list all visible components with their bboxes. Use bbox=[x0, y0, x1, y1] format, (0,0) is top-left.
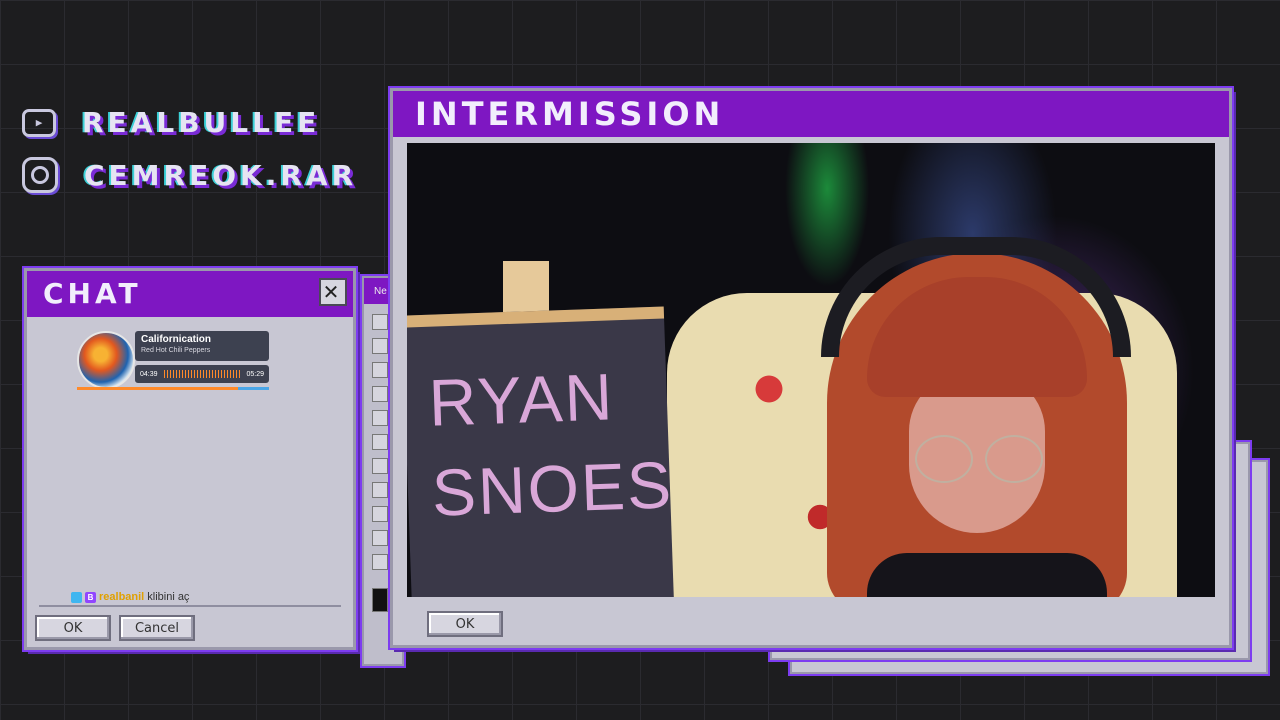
divider bbox=[39, 605, 341, 607]
window-title: INTERMISSION bbox=[415, 95, 725, 133]
chat-message: B realbanil klibini aç bbox=[71, 591, 189, 603]
pen-tool-icon[interactable] bbox=[372, 506, 388, 522]
chat-cancel-button[interactable]: Cancel bbox=[119, 615, 195, 641]
shirt bbox=[867, 553, 1107, 597]
player-bar: 04:39 05:29 bbox=[135, 365, 269, 383]
progress-bar bbox=[77, 387, 269, 390]
board-text-line2: SNOES bbox=[430, 447, 675, 530]
eraser-tool-icon[interactable] bbox=[372, 434, 388, 450]
artist-name: Red Hot Chili Peppers bbox=[141, 347, 211, 354]
youtube-social: ▶ REALBULLEE bbox=[22, 106, 320, 139]
youtube-handle: REALBULLEE bbox=[82, 106, 321, 139]
lasso-tool-icon[interactable] bbox=[372, 338, 388, 354]
select-tool-icon[interactable] bbox=[372, 314, 388, 330]
song-title: Californication bbox=[141, 334, 212, 345]
chat-username[interactable]: realbanil bbox=[99, 591, 144, 603]
youtube-icon: ▶ bbox=[22, 108, 56, 137]
ok-button[interactable]: OK bbox=[427, 611, 503, 637]
instagram-social: CEMREOK.RAR bbox=[22, 157, 357, 193]
badge-icon bbox=[71, 591, 82, 603]
chat-ok-button[interactable]: OK bbox=[35, 615, 111, 641]
text-tool-icon[interactable] bbox=[372, 530, 388, 546]
intermission-titlebar: INTERMISSION bbox=[393, 91, 1229, 137]
instagram-handle: CEMREOK.RAR bbox=[84, 158, 358, 192]
track-info: Californication Red Hot Chili Peppers bbox=[135, 331, 269, 361]
stamp-tool-icon[interactable] bbox=[372, 410, 388, 426]
streamer bbox=[821, 237, 1131, 597]
album-art bbox=[77, 331, 135, 389]
hand-tool-icon[interactable] bbox=[372, 554, 388, 570]
chalkboard: RYAN SNOES bbox=[407, 306, 675, 597]
close-icon[interactable]: ✕ bbox=[319, 278, 347, 306]
waveform-icon bbox=[163, 370, 241, 378]
chat-window: CHAT ✕ Californication Red Hot Chili Pep… bbox=[24, 268, 356, 650]
progress-fill bbox=[77, 387, 239, 390]
instagram-icon bbox=[22, 157, 58, 193]
webcam-feed: RYAN SNOES bbox=[407, 143, 1215, 597]
total-time: 05:29 bbox=[246, 370, 264, 378]
board-text-line1: RYAN bbox=[427, 359, 616, 440]
pointer-tool-icon[interactable] bbox=[372, 482, 388, 498]
brush-tool-icon[interactable] bbox=[372, 458, 388, 474]
elapsed-time: 04:39 bbox=[140, 370, 158, 378]
chat-titlebar: CHAT ✕ bbox=[27, 271, 353, 317]
headset bbox=[821, 237, 1131, 357]
now-playing-widget: Californication Red Hot Chili Peppers 04… bbox=[77, 331, 273, 393]
crop-tool-icon[interactable] bbox=[372, 362, 388, 378]
chat-text: klibini aç bbox=[147, 591, 190, 603]
glasses bbox=[915, 435, 1045, 483]
chat-title: CHAT bbox=[43, 277, 142, 310]
intermission-window: INTERMISSION RYAN SNOES OK bbox=[390, 88, 1232, 648]
color-swatch[interactable] bbox=[372, 588, 388, 612]
bits-badge-icon: B bbox=[85, 591, 96, 603]
pencil-tool-icon[interactable] bbox=[372, 386, 388, 402]
